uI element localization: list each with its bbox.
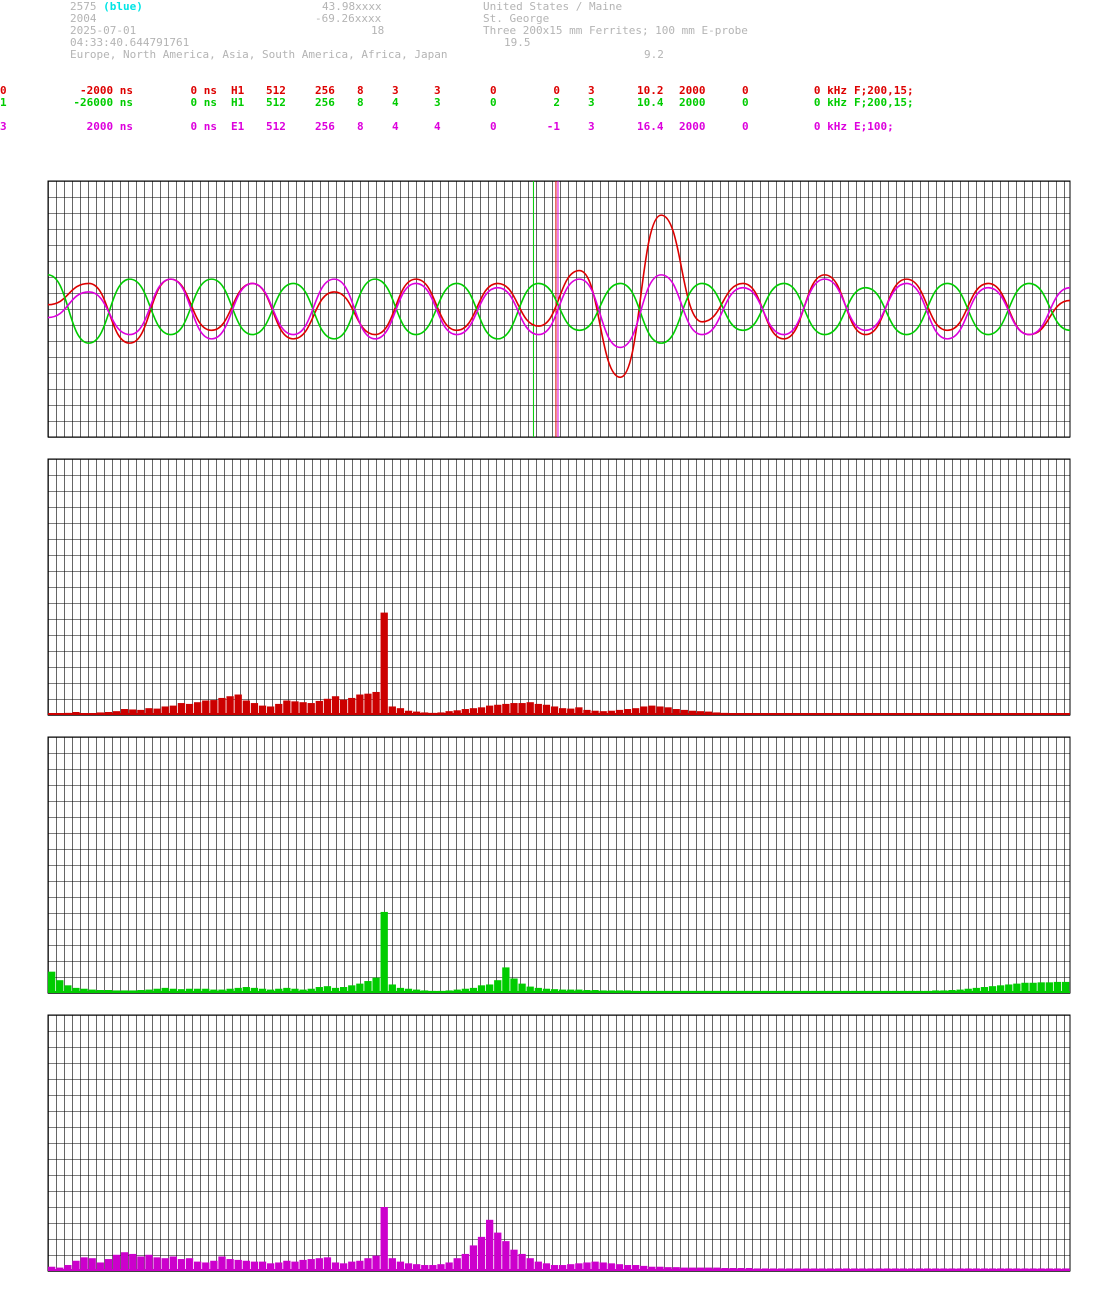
spectrum-ch3-bar: [486, 1219, 494, 1271]
spectrum-ch3-bar: [169, 1256, 177, 1271]
spectrum-ch3-bar: [494, 1232, 502, 1271]
spectrum-ch0-bar: [210, 700, 218, 715]
spectrum-ch3-bar: [80, 1257, 88, 1271]
spectrum-ch0-bar: [202, 700, 210, 715]
spectrum-ch0-bar: [348, 697, 356, 715]
spectrum-ch3-bar: [461, 1253, 469, 1271]
spectrum-ch0-bar: [380, 612, 388, 715]
spectrum-ch3-bar: [121, 1252, 129, 1271]
spectrum-ch3-grid-frame: [47, 1014, 1071, 1272]
plot-area: [47, 180, 1071, 1272]
spectrum-ch1-bar: [48, 971, 56, 993]
spectrum-ch3-bar: [112, 1254, 121, 1271]
spectrum-ch0-bar: [340, 699, 348, 715]
spectrum-ch3-bar: [518, 1253, 526, 1271]
spectrum-ch3-bar: [510, 1249, 518, 1271]
spectrum-ch3-bar: [129, 1253, 137, 1271]
spectrum-ch3-bar: [218, 1256, 226, 1271]
spectrum-ch3-bar: [153, 1257, 161, 1271]
spectrum-ch3-bar: [372, 1255, 380, 1271]
spectrum-ch0-bar: [323, 698, 332, 715]
spectrum-ch0-grid-frame: [47, 458, 1071, 716]
spectrum-ch0-bar: [283, 700, 291, 715]
spectrum-ch3-bar: [469, 1245, 478, 1271]
spectrum-ch0-bar: [356, 694, 364, 715]
spectrum-ch3-bar: [477, 1236, 486, 1271]
spectrum-ch0-bar: [291, 701, 299, 715]
spectrum-ch0-bar: [226, 696, 234, 715]
spectrum-ch1-bar: [510, 978, 518, 993]
spectrum-ch0-bar: [331, 696, 340, 715]
spectrum-ch0-bar: [234, 694, 242, 715]
spectrum-ch1-grid-frame: [47, 736, 1071, 994]
spectrum-ch3-bar: [380, 1207, 388, 1271]
spectrum-ch1-bar: [502, 967, 510, 993]
spectrum-ch1-bar: [380, 911, 388, 993]
spectrum-ch0-bar: [218, 697, 226, 715]
spectrum-ch3-bar: [137, 1256, 145, 1271]
spectrum-ch0-bar: [364, 693, 372, 715]
spectrum-ch0-bar: [315, 700, 323, 715]
spectrum-ch0-bar: [242, 700, 250, 715]
spectrum-ch1-bar: [372, 977, 380, 993]
spectrum-ch3-bar: [145, 1254, 153, 1271]
spectrum-ch3-bar: [502, 1241, 510, 1271]
spectrum-ch3-bar: [323, 1257, 332, 1271]
spectrum-ch0-bar: [372, 691, 380, 715]
